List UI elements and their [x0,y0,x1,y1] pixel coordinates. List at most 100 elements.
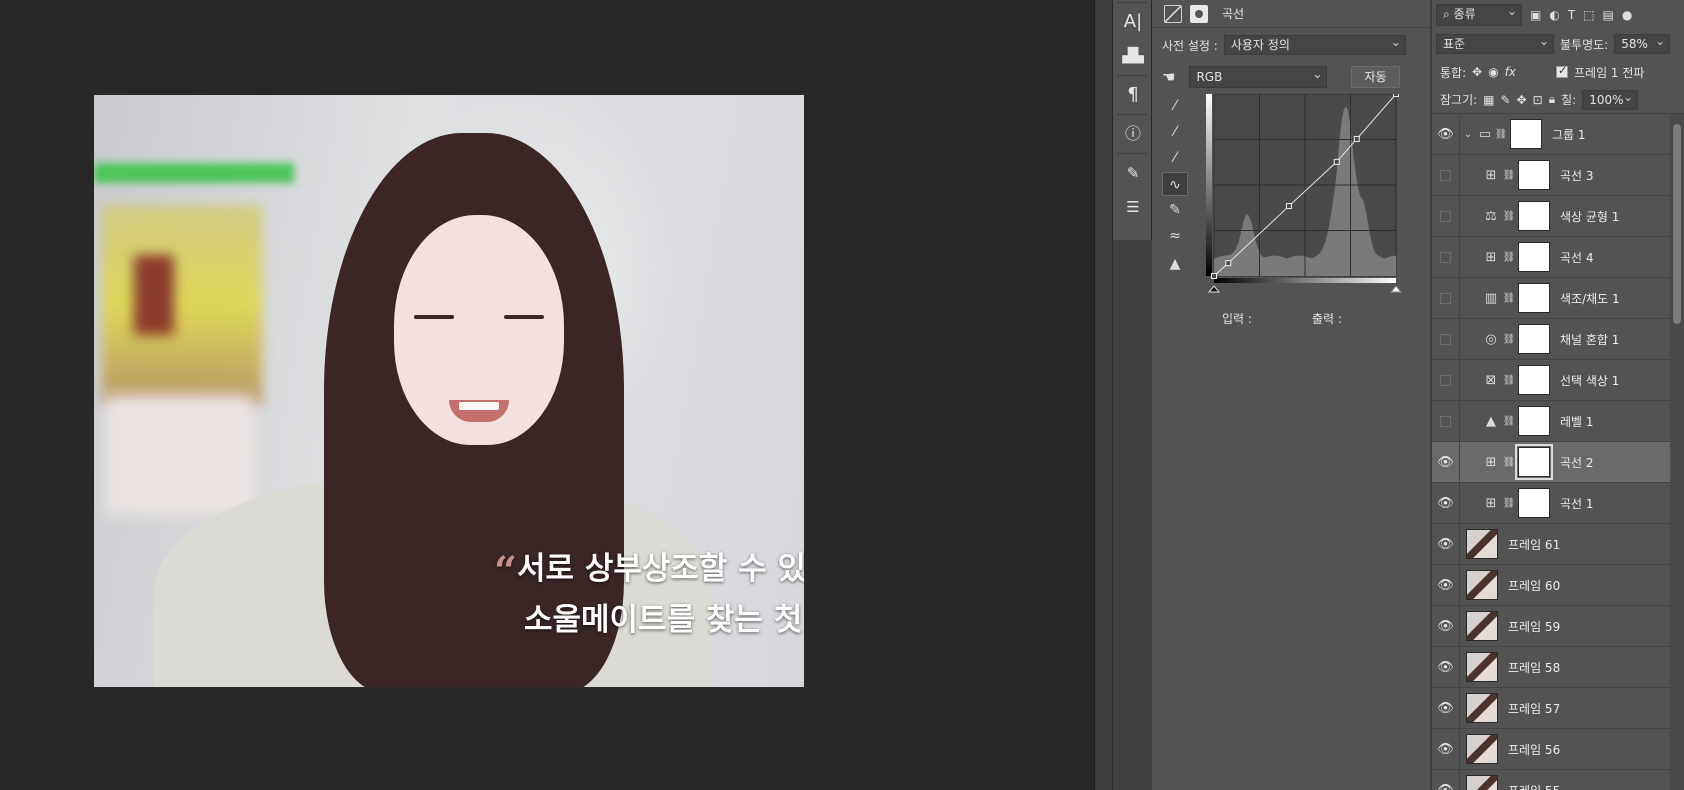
type-filter-icon[interactable]: T [1568,8,1575,22]
blend-mode-dropdown[interactable]: 표준 [1436,32,1554,54]
frame-thumbnail[interactable] [1466,611,1498,641]
lock-artboard-icon[interactable]: ⊡ [1533,93,1543,107]
lock-image-icon[interactable]: ✎ [1501,93,1511,107]
unify-visibility-icon[interactable]: ◉ [1488,65,1498,79]
visibility-toggle[interactable]: 👁︎ [1432,482,1460,524]
document-canvas[interactable]: “서로 상부상조할 수 있 소울메이트를 찾는 첫 [0,0,1094,790]
curve-point[interactable] [1333,158,1340,165]
frame-thumbnail[interactable] [1466,652,1498,682]
layer-row[interactable]: ▥ ⛓ 색조/채도 1 [1432,277,1672,319]
shape-filter-icon[interactable]: ⬚ [1583,8,1594,22]
curves-adjustment-icon[interactable]: ⊞ [1480,455,1502,470]
curves-adjustment-icon[interactable]: ⊞ [1480,250,1502,265]
black-point-eyedropper-icon[interactable]: ⁄ [1162,94,1188,118]
layer-row[interactable]: 👁︎ 프레임 55 [1432,769,1672,790]
layer-name[interactable]: 프레임 60 [1508,577,1560,594]
layer-row[interactable]: 👁︎ ⌄ ▭ ⛓ 그룹 1 [1432,113,1672,155]
layer-row[interactable]: 👁︎ 프레임 61 [1432,523,1672,565]
lock-transparent-icon[interactable]: ▦ [1483,93,1494,107]
white-slider-handle[interactable] [1389,285,1403,293]
visibility-toggle[interactable] [1432,195,1460,237]
layer-name[interactable]: 색상 균형 1 [1560,208,1619,225]
adjustment-filter-icon[interactable]: ◐ [1549,8,1559,22]
visibility-toggle[interactable] [1432,277,1460,319]
channel-dropdown[interactable]: RGB [1189,64,1328,88]
character-panel-icon[interactable]: A| [1113,5,1153,39]
layer-name[interactable]: 프레임 57 [1508,700,1560,717]
selective-color-adjustment-icon[interactable]: ⊠ [1480,373,1502,388]
propagate-frame-checkbox[interactable] [1556,64,1568,78]
scrollbar-thumb[interactable] [1673,124,1681,324]
pixel-filter-icon[interactable]: ▣ [1530,8,1541,22]
mask-link-icon[interactable]: ⛓ [1494,129,1508,140]
layer-mask-thumbnail[interactable] [1518,160,1550,190]
layer-row[interactable]: 👁︎ ⊞ ⛓ 곡선 2 [1432,441,1672,483]
layer-row[interactable]: 👁︎ 프레임 59 [1432,605,1672,647]
layer-mask-thumbnail[interactable] [1518,283,1550,313]
paragraph-icon[interactable]: ¶ [1113,78,1153,112]
mask-link-icon[interactable]: ⛓ [1502,457,1516,468]
curves-adjustment-icon[interactable]: ⊞ [1480,168,1502,183]
channel-mixer-adjustment-icon[interactable]: ◎ [1480,332,1502,347]
frame-thumbnail[interactable] [1466,529,1498,559]
clipping-warning-icon[interactable]: ▲ [1162,252,1188,276]
mask-link-icon[interactable]: ⛓ [1502,416,1516,427]
layer-row[interactable]: 👁︎ 프레임 60 [1432,564,1672,606]
curves-adjustment-icon[interactable]: ⊞ [1480,496,1502,511]
layer-kind-filter-dropdown[interactable]: ⌕ 종류 [1436,2,1522,26]
mask-link-icon[interactable]: ⛓ [1502,293,1516,304]
opacity-field[interactable]: 58% [1614,32,1671,54]
visibility-toggle[interactable]: 👁︎ [1432,523,1460,565]
visibility-toggle[interactable] [1432,318,1460,360]
curve-point[interactable] [1353,135,1360,142]
layer-row[interactable]: 👁︎ 프레임 56 [1432,728,1672,770]
frame-thumbnail[interactable] [1466,775,1498,790]
layer-name[interactable]: 곡선 4 [1560,249,1594,266]
layer-row[interactable]: 👁︎ 프레임 57 [1432,687,1672,729]
preset-dropdown[interactable]: 사용자 정의 [1223,33,1406,55]
layer-row[interactable]: 👁︎ ⊞ ⛓ 곡선 1 [1432,482,1672,524]
mask-link-icon[interactable]: ⛓ [1502,334,1516,345]
curves-graph[interactable] [1206,94,1404,294]
lock-all-icon[interactable]: 🔒︎ [1549,92,1555,107]
mask-link-icon[interactable]: ⛓ [1502,170,1516,181]
target-adjustment-hand-icon[interactable]: ☚ [1162,68,1175,86]
pencil-draw-curve-icon[interactable]: ✎ [1162,198,1188,222]
curves-adjustment-icon[interactable] [1164,4,1182,23]
layer-mask-thumbnail[interactable] [1518,406,1550,436]
unify-position-icon[interactable]: ✥ [1472,65,1482,79]
mask-link-icon[interactable]: ⛓ [1502,252,1516,263]
curve-point[interactable] [1225,260,1232,267]
white-point-eyedropper-icon[interactable]: ⁄ [1162,146,1188,170]
unify-style-icon[interactable]: fx [1505,65,1516,79]
layer-row[interactable]: ⊞ ⛓ 곡선 3 [1432,154,1672,196]
info-icon[interactable]: ⓘ [1113,117,1153,151]
layer-name[interactable]: 프레임 61 [1508,536,1560,553]
layer-name[interactable]: 색조/채도 1 [1560,290,1620,307]
mask-link-icon[interactable]: ⛓ [1502,375,1516,386]
frame-thumbnail[interactable] [1466,570,1498,600]
layer-row[interactable]: ▲ ⛓ 레벨 1 [1432,400,1672,442]
curve-point[interactable] [1211,273,1217,279]
curve-point[interactable] [1285,203,1292,210]
adjustments-icon[interactable]: ☰ [1113,190,1153,224]
layer-name[interactable]: 곡선 1 [1560,495,1594,512]
layer-name[interactable]: 프레임 58 [1508,659,1560,676]
layer-name[interactable]: 프레임 59 [1508,618,1560,635]
layer-row[interactable]: ⊞ ⛓ 곡선 4 [1432,236,1672,278]
layer-mask-thumbnail[interactable] [1518,201,1550,231]
layer-row[interactable]: ⚖ ⛓ 색상 균형 1 [1432,195,1672,237]
visibility-toggle[interactable] [1432,236,1460,278]
frame-thumbnail[interactable] [1466,693,1498,723]
visibility-toggle[interactable]: 👁︎ [1432,441,1460,483]
layer-mask-thumbnail[interactable] [1515,444,1553,480]
layer-row[interactable]: ◎ ⛓ 채널 혼합 1 [1432,318,1672,360]
black-slider-handle[interactable] [1207,285,1221,293]
visibility-toggle[interactable]: 👁︎ [1432,646,1460,688]
group-mask-thumbnail[interactable] [1510,119,1542,149]
layer-mask-thumbnail[interactable] [1518,365,1550,395]
group-expand-chevron-icon[interactable]: ⌄ [1464,129,1476,140]
layer-name[interactable]: 채널 혼합 1 [1560,331,1619,348]
layer-name[interactable]: 곡선 2 [1560,454,1594,471]
smooth-curve-icon[interactable]: ≈ [1162,224,1188,248]
